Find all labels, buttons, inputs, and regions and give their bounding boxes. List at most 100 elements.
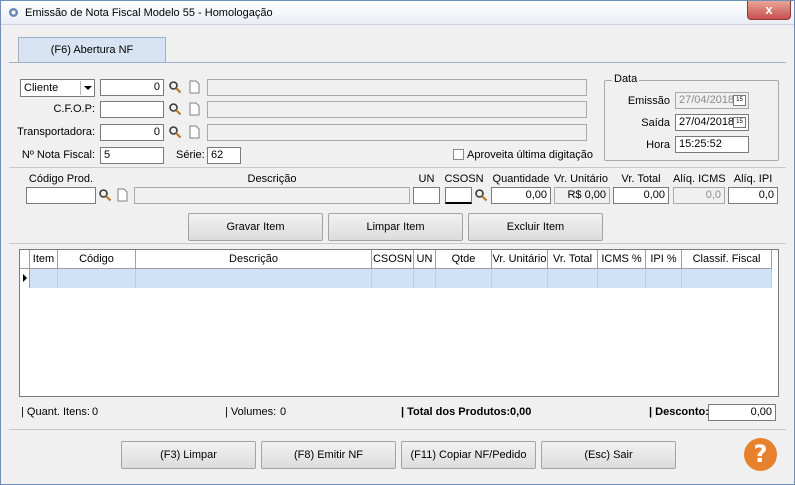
copiar-nf-pedido-button-label: (F11) Copiar NF/Pedido bbox=[410, 449, 527, 461]
search-icon[interactable] bbox=[168, 80, 182, 94]
quantidade-label: Quantidade bbox=[492, 173, 550, 185]
table-cell[interactable] bbox=[58, 269, 136, 288]
desconto-field[interactable]: 0,00 bbox=[708, 404, 776, 421]
vr-total-field[interactable]: 0,00 bbox=[613, 187, 669, 204]
new-document-icon[interactable] bbox=[117, 188, 128, 202]
table-cell[interactable] bbox=[30, 269, 58, 288]
un-field[interactable] bbox=[413, 187, 440, 204]
emitir-nf-button-label: (F8) Emitir NF bbox=[293, 449, 364, 461]
emissao-date-value: 27/04/2018 bbox=[679, 94, 735, 106]
hora-label: Hora bbox=[646, 139, 670, 151]
saida-date-value: 27/04/2018 bbox=[679, 116, 735, 128]
volumes-label: | Volumes: bbox=[225, 406, 277, 418]
volumes-value: 0 bbox=[280, 406, 287, 418]
descricao-label: Descrição bbox=[247, 173, 297, 185]
col-header-item[interactable]: Item bbox=[30, 250, 58, 269]
table-cell[interactable] bbox=[372, 269, 414, 288]
aliq-icms-label: Alíq. ICMS bbox=[673, 173, 726, 185]
cliente-name-field bbox=[207, 79, 587, 96]
col-header-descricao[interactable]: Descrição bbox=[136, 250, 372, 269]
table-cell[interactable] bbox=[136, 269, 372, 288]
col-header-vr-total[interactable]: Vr. Total bbox=[548, 250, 598, 269]
excluir-item-button[interactable]: Excluir Item bbox=[468, 213, 603, 241]
quantidade-field[interactable]: 0,00 bbox=[491, 187, 551, 204]
col-header-ipi[interactable]: IPI % bbox=[646, 250, 682, 269]
new-document-icon[interactable] bbox=[189, 80, 200, 94]
calendar-icon[interactable]: 15 bbox=[733, 117, 746, 128]
limpar-button-label: (F3) Limpar bbox=[160, 449, 217, 461]
aliq-icms-field: 0,0 bbox=[673, 187, 725, 204]
app-icon bbox=[9, 8, 18, 17]
col-header-un[interactable]: UN bbox=[414, 250, 436, 269]
new-document-icon[interactable] bbox=[189, 125, 200, 139]
col-header-qtde[interactable]: Qtde bbox=[436, 250, 492, 269]
copiar-nf-pedido-button[interactable]: (F11) Copiar NF/Pedido bbox=[401, 441, 536, 469]
nota-fiscal-field[interactable]: 5 bbox=[100, 147, 164, 164]
grid-header: Item Código Descrição CSOSN UN Qtde Vr. … bbox=[20, 250, 778, 269]
cfop-field[interactable] bbox=[100, 101, 164, 118]
vr-total-label: Vr. Total bbox=[621, 173, 661, 185]
table-cell[interactable] bbox=[548, 269, 598, 288]
sair-button[interactable]: (Esc) Sair bbox=[541, 441, 676, 469]
total-produtos-label: | Total dos Produtos: bbox=[401, 406, 511, 418]
serie-field[interactable]: 62 bbox=[207, 147, 241, 164]
gravar-item-label: Gravar Item bbox=[226, 221, 285, 233]
col-header-codigo[interactable]: Código bbox=[58, 250, 136, 269]
aliq-ipi-field[interactable]: 0,0 bbox=[728, 187, 778, 204]
aliq-ipi-label: Alíq. IPI bbox=[733, 173, 773, 185]
quant-itens-label: | Quant. Itens: bbox=[21, 406, 90, 418]
cfop-label: C.F.O.P: bbox=[53, 103, 95, 115]
aproveita-checkbox[interactable] bbox=[453, 149, 464, 160]
transportadora-code-field[interactable]: 0 bbox=[100, 124, 164, 141]
transportadora-name-field bbox=[207, 124, 587, 141]
emissao-label: Emissão bbox=[627, 95, 670, 107]
col-header-classif-fiscal[interactable]: Classif. Fiscal bbox=[682, 250, 772, 269]
chevron-down-icon[interactable] bbox=[80, 81, 93, 95]
window-title: Emissão de Nota Fiscal Modelo 55 - Homol… bbox=[25, 7, 273, 19]
table-cell[interactable] bbox=[646, 269, 682, 288]
table-cell[interactable] bbox=[598, 269, 646, 288]
search-icon[interactable] bbox=[168, 102, 182, 116]
limpar-item-button[interactable]: Limpar Item bbox=[328, 213, 463, 241]
tipo-select[interactable]: Cliente bbox=[20, 79, 95, 97]
cliente-code-field[interactable]: 0 bbox=[100, 79, 164, 96]
section-divider bbox=[9, 429, 786, 430]
aproveita-label: Aproveita última digitação bbox=[467, 149, 593, 161]
table-row[interactable] bbox=[20, 269, 778, 288]
data-group-title: Data bbox=[612, 73, 640, 85]
search-icon[interactable] bbox=[168, 125, 182, 139]
limpar-button[interactable]: (F3) Limpar bbox=[121, 441, 256, 469]
tab-abertura-nf[interactable]: (F6) Abertura NF bbox=[18, 37, 166, 63]
vr-unitario-field: R$ 0,00 bbox=[554, 187, 610, 204]
section-divider bbox=[9, 243, 786, 244]
desconto-label: | Desconto: bbox=[649, 406, 709, 418]
tipo-select-value: Cliente bbox=[24, 82, 59, 94]
gravar-item-button[interactable]: Gravar Item bbox=[188, 213, 323, 241]
search-icon[interactable] bbox=[474, 188, 488, 202]
col-header-vr-unitario[interactable]: Vr. Unitário bbox=[492, 250, 548, 269]
codigo-prod-label: Código Prod. bbox=[28, 173, 94, 185]
calendar-icon: 15 bbox=[733, 95, 746, 106]
saida-label: Saída bbox=[641, 117, 670, 129]
table-cell[interactable] bbox=[492, 269, 548, 288]
csosn-field[interactable] bbox=[445, 187, 472, 204]
codigo-prod-field[interactable] bbox=[26, 187, 96, 204]
table-cell[interactable] bbox=[436, 269, 492, 288]
col-header-icms[interactable]: ICMS % bbox=[598, 250, 646, 269]
total-produtos-value: 0,00 bbox=[510, 406, 532, 418]
items-grid[interactable]: Item Código Descrição CSOSN UN Qtde Vr. … bbox=[19, 249, 779, 397]
hora-field[interactable]: 15:25:52 bbox=[675, 136, 749, 153]
csosn-label: CSOSN bbox=[444, 173, 484, 185]
search-icon[interactable] bbox=[98, 188, 112, 202]
descricao-field bbox=[134, 187, 410, 204]
new-document-icon[interactable] bbox=[189, 102, 200, 116]
vr-unitario-label: Vr. Unitário bbox=[553, 173, 608, 185]
tab-divider bbox=[9, 62, 786, 63]
table-cell[interactable] bbox=[682, 269, 772, 288]
row-pointer-icon bbox=[20, 269, 30, 288]
help-icon[interactable]: ? bbox=[744, 438, 777, 471]
col-header-csosn[interactable]: CSOSN bbox=[372, 250, 414, 269]
close-button[interactable]: x bbox=[747, 1, 791, 20]
table-cell[interactable] bbox=[414, 269, 436, 288]
emitir-nf-button[interactable]: (F8) Emitir NF bbox=[261, 441, 396, 469]
